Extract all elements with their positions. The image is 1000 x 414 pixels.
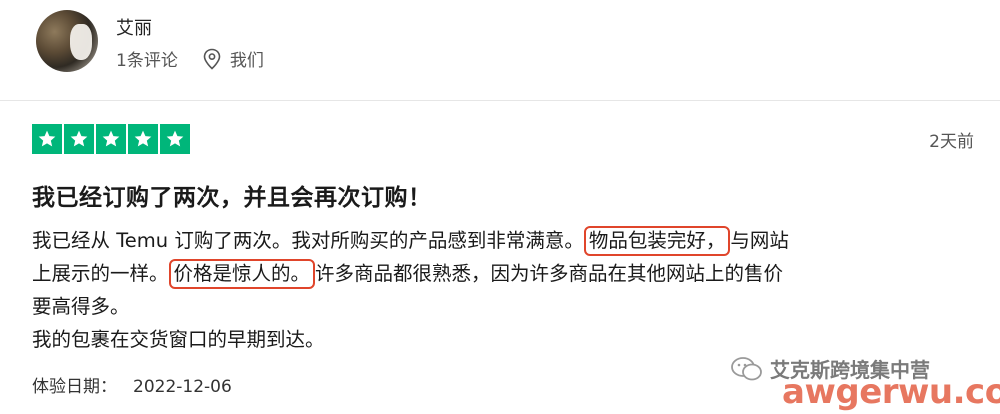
review-body: 我已经从 Temu 订购了两次。我对所购买的产品感到非常满意。 物品包装完好， 与网… — [32, 224, 982, 356]
review-date-ago: 2天前 — [929, 132, 974, 152]
body-text: 许多商品都很熟悉，因为许多商品在其他网站上的售价 — [315, 262, 784, 285]
reviewer-name[interactable]: 艾丽 — [116, 14, 152, 40]
star-icon — [32, 124, 62, 154]
review-title: 我已经订购了两次，并且会再次订购！ — [32, 185, 432, 211]
body-text: 与网站 — [730, 229, 789, 252]
location-label: 我们 — [229, 51, 264, 71]
highlight-box: 价格是惊人的。 — [168, 259, 316, 289]
body-text: 上展示的一样。 — [32, 262, 169, 285]
star-icon — [64, 124, 94, 154]
reviewer-avatar[interactable] — [36, 10, 98, 72]
star-rating — [32, 124, 190, 154]
reviewer-meta: 1条评论 我们 — [116, 46, 264, 71]
wechat-icon — [731, 356, 762, 380]
body-line: 我的包裹在交货窗口的早期到达。 — [32, 328, 325, 351]
body-line: 我已经从 Temu 订购了两次。我对所购买的产品感到非常满意。 物品包装完好， 与网… — [32, 224, 982, 257]
location-pin-icon — [203, 48, 221, 70]
body-text: 我已经从 Temu 订购了两次。我对所购买的产品感到非常满意。 — [32, 229, 584, 252]
star-icon — [128, 124, 158, 154]
experience-date: 体验日期： 2022-12-06 — [32, 372, 232, 397]
star-icon — [160, 124, 190, 154]
review-count: 1条评论 — [116, 51, 178, 71]
highlight-box: 物品包装完好， — [583, 226, 731, 256]
experience-value: 2022-12-06 — [133, 377, 232, 397]
body-line: 要高得多。 — [32, 295, 130, 318]
divider — [0, 100, 1000, 101]
body-line: 上展示的一样。 价格是惊人的。 许多商品都很熟悉，因为许多商品在其他网站上的售价 — [32, 257, 982, 290]
star-icon — [96, 124, 126, 154]
experience-label: 体验日期： — [32, 377, 117, 397]
reviewer-location: 我们 — [202, 46, 264, 71]
watermark-url: awgerwu.com — [782, 372, 1000, 412]
